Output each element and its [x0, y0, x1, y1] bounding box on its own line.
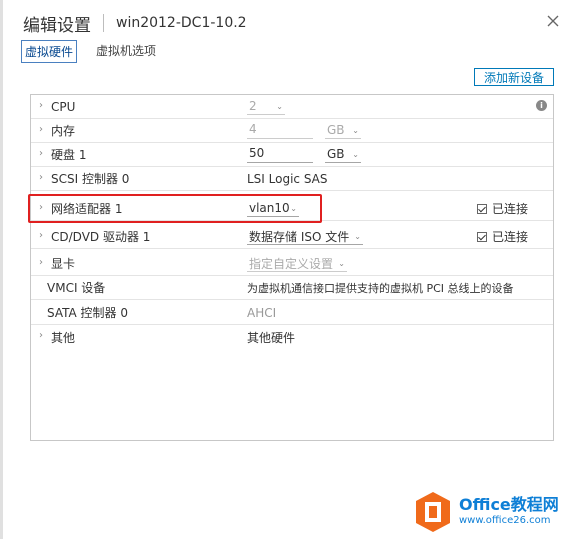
checkbox-checked-icon: [477, 231, 487, 242]
hardware-list: › CPU 2 ⌄ i › 内存 4 GB ⌄ › 硬盘 1 50 GB ⌄ ›…: [30, 94, 554, 441]
watermark-texts: Office教程网 www.office26.com: [459, 496, 559, 528]
chevron-right-icon[interactable]: ›: [39, 100, 47, 111]
scsi-label: SCSI 控制器 0: [51, 172, 130, 186]
watermark-logo: Office教程网 www.office26.com: [413, 490, 576, 534]
chevron-down-icon: ⌄: [338, 258, 345, 268]
watermark-brand: Office教程网: [459, 495, 559, 514]
scsi-value: LSI Logic SAS: [247, 171, 328, 186]
hardware-row-video: › 显卡 指定自定义设置 ⌄: [31, 252, 553, 276]
dialog-title: 编辑设置: [23, 15, 91, 36]
disk-size-input[interactable]: 50: [247, 146, 313, 163]
disk-value: 50 GB ⌄: [247, 146, 361, 163]
hardware-row-sata: SATA 控制器 0 AHCI: [31, 301, 553, 325]
hardware-row-network: › 网络适配器 1 vlan10 ⌄ 已连接: [31, 197, 553, 221]
chevron-down-icon: ⌄: [352, 125, 359, 135]
disk-unit-select[interactable]: GB ⌄: [325, 146, 361, 163]
title-divider: [103, 14, 104, 32]
chevron-right-icon[interactable]: ›: [39, 257, 47, 268]
memory-label: 内存: [51, 124, 76, 138]
network-select[interactable]: vlan10 ⌄: [247, 200, 299, 217]
network-label: 网络适配器 1: [51, 202, 123, 216]
chevron-right-icon[interactable]: ›: [39, 330, 47, 341]
disk-unit-value: GB: [327, 147, 345, 161]
checkbox-checked-icon: [477, 203, 487, 214]
chevron-down-icon: ⌄: [290, 203, 297, 213]
chevron-right-icon[interactable]: ›: [39, 202, 47, 213]
network-select-value: vlan10: [249, 201, 290, 215]
dialog-header: 编辑设置 win2012-DC1-10.2: [23, 12, 247, 36]
cdrom-select[interactable]: 数据存储 ISO 文件 ⌄: [247, 228, 363, 245]
cdrom-value: 数据存储 ISO 文件 ⌄: [247, 228, 363, 245]
vmci-value: 为虚拟机通信接口提供支持的虚拟机 PCI 总线上的设备: [247, 281, 514, 295]
close-icon: [547, 15, 559, 27]
other-value: 其他硬件: [247, 330, 296, 345]
hardware-row-cdrom: › CD/DVD 驱动器 1 数据存储 ISO 文件 ⌄ 已连接: [31, 225, 553, 249]
cpu-select-value: 2: [249, 99, 257, 113]
hardware-row-disk: › 硬盘 1 50 GB ⌄: [31, 143, 553, 167]
hardware-row-scsi: › SCSI 控制器 0 LSI Logic SAS: [31, 167, 553, 191]
info-icon[interactable]: i: [536, 100, 547, 111]
sata-value: AHCI: [247, 305, 277, 320]
chevron-down-icon: ⌄: [354, 231, 361, 241]
cdrom-connected-label: 已连接: [492, 230, 529, 244]
memory-value: 4 GB ⌄: [247, 122, 361, 139]
office-logo-icon: [413, 490, 453, 534]
tab-vm-options[interactable]: 虚拟机选项: [93, 40, 159, 63]
video-select[interactable]: 指定自定义设置 ⌄: [247, 255, 347, 272]
hardware-row-memory: › 内存 4 GB ⌄: [31, 119, 553, 143]
add-new-device-button[interactable]: 添加新设备: [474, 68, 554, 86]
chevron-right-icon[interactable]: ›: [39, 230, 47, 241]
memory-unit-value: GB: [327, 123, 345, 137]
vm-name: win2012-DC1-10.2: [116, 15, 247, 31]
network-value: vlan10 ⌄: [247, 200, 299, 217]
memory-input[interactable]: 4: [247, 122, 313, 139]
vmci-label: VMCI 设备: [47, 281, 106, 295]
sata-label: SATA 控制器 0: [47, 306, 128, 320]
tab-bar: 虚拟硬件 虚拟机选项: [21, 40, 175, 63]
video-select-value: 指定自定义设置: [249, 256, 334, 271]
cdrom-label: CD/DVD 驱动器 1: [51, 230, 151, 244]
cpu-select[interactable]: 2 ⌄: [247, 98, 285, 115]
disk-label: 硬盘 1: [51, 148, 87, 162]
memory-unit-select[interactable]: GB ⌄: [325, 122, 361, 139]
edit-settings-dialog: 编辑设置 win2012-DC1-10.2 虚拟硬件 虚拟机选项 添加新设备 ›…: [0, 0, 576, 539]
chevron-down-icon: ⌄: [276, 101, 283, 111]
hardware-row-other: › 其他 其他硬件: [31, 325, 553, 349]
network-connected-checkbox[interactable]: 已连接: [477, 200, 528, 217]
cdrom-connected-checkbox[interactable]: 已连接: [477, 228, 528, 245]
network-connected-label: 已连接: [492, 202, 529, 216]
video-value: 指定自定义设置 ⌄: [247, 255, 347, 272]
chevron-down-icon: ⌄: [352, 149, 359, 159]
tab-virtual-hardware[interactable]: 虚拟硬件: [21, 40, 78, 63]
chevron-right-icon[interactable]: ›: [39, 124, 47, 135]
chevron-right-icon[interactable]: ›: [39, 172, 47, 183]
cpu-value: 2 ⌄: [247, 98, 285, 115]
hardware-row-cpu: › CPU 2 ⌄ i: [31, 95, 553, 119]
cpu-label: CPU: [51, 99, 76, 114]
watermark-url: www.office26.com: [459, 515, 551, 526]
chevron-right-icon[interactable]: ›: [39, 148, 47, 159]
other-label: 其他: [51, 330, 76, 345]
video-label: 显卡: [51, 257, 76, 271]
close-button[interactable]: [546, 14, 560, 28]
cdrom-select-value: 数据存储 ISO 文件: [249, 229, 350, 244]
hardware-row-vmci: VMCI 设备 为虚拟机通信接口提供支持的虚拟机 PCI 总线上的设备: [31, 276, 553, 300]
